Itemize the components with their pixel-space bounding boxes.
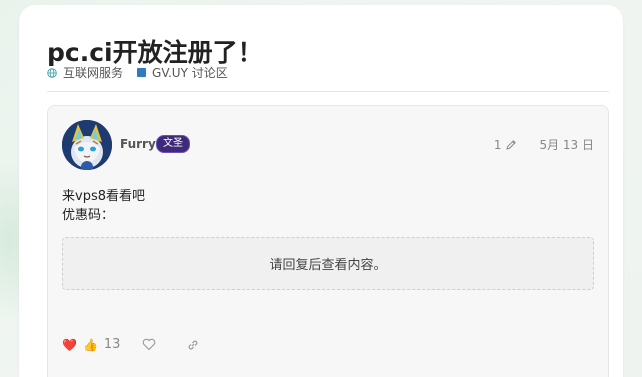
tag-internet-services[interactable]: 互联网服务 [63,64,123,81]
content-line: 优惠码： [62,208,115,223]
pencil-icon[interactable] [505,139,517,151]
link-icon[interactable] [186,338,200,352]
globe-icon [47,67,57,78]
post: Furry 文圣 1 5月 13 日 来vps8看看吧 优惠码： 请回复后查看内… [47,105,609,377]
edit-count[interactable]: 1 [494,138,502,152]
user-badge: 文圣 [156,135,190,153]
thumbs-up-reaction-icon[interactable]: 👍 [83,339,98,351]
divider [47,91,609,92]
content-line: 来vps8看看吧 [62,189,145,204]
hidden-content-box: 请回复后查看内容。 [62,237,594,290]
post-actions: ❤️ 👍 13 [62,337,200,352]
heart-reaction-icon[interactable]: ❤️ [62,339,77,351]
reaction-count[interactable]: 13 [104,337,121,352]
post-content: 来vps8看看吧 优惠码： [62,187,145,225]
username[interactable]: Furry [120,137,156,151]
category-color-square [137,68,147,77]
topic-card: pc.ci开放注册了！ 互联网服务 GV.UY 讨论区 Furry 文圣 1 5… [19,5,623,377]
like-heart-icon[interactable] [142,338,156,351]
avatar[interactable] [62,120,112,170]
hidden-content-notice: 请回复后查看内容。 [269,258,387,273]
post-meta: 1 5月 13 日 [494,136,594,153]
topic-meta: 互联网服务 GV.UY 讨论区 [47,64,228,81]
post-date[interactable]: 5月 13 日 [539,136,594,153]
category-gvuy[interactable]: GV.UY 讨论区 [152,64,228,81]
